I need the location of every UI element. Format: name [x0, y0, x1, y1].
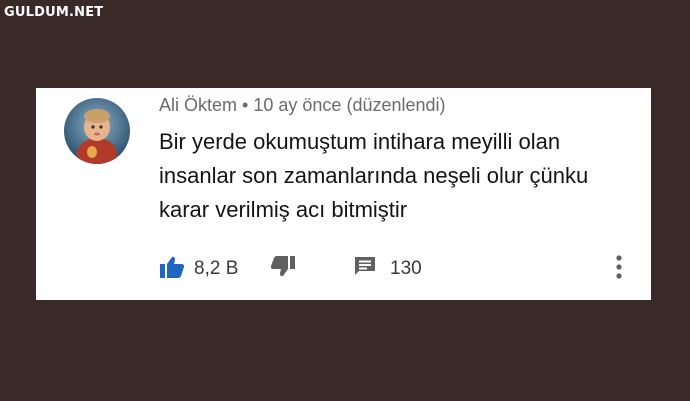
- comment-icon: [353, 255, 377, 284]
- reply-count: 130: [390, 258, 422, 279]
- comment-actions: 8,2 B 130: [36, 254, 651, 284]
- site-watermark: GULDUM.NET: [4, 5, 104, 20]
- more-vert-icon: [614, 254, 624, 285]
- more-options-button[interactable]: [614, 254, 624, 284]
- like-button[interactable]: 8,2 B: [159, 254, 238, 284]
- thumbs-down-icon: [270, 255, 296, 284]
- author-name[interactable]: Ali Öktem: [159, 95, 237, 115]
- comment-time: 10 ay önce: [253, 95, 342, 115]
- edited-label: (düzenlendi): [346, 95, 446, 115]
- comment-text: Bir yerde okumuştum intihara meyilli ola…: [159, 129, 589, 222]
- thumbs-up-icon: [159, 255, 185, 284]
- dislike-button[interactable]: [270, 254, 296, 284]
- comment-meta: Ali Öktem • 10 ay önce (düzenlendi): [159, 95, 446, 116]
- like-count: 8,2 B: [194, 258, 239, 279]
- comment-card: Ali Öktem • 10 ay önce (düzenlendi) Bir …: [36, 88, 651, 300]
- meta-separator: •: [242, 95, 249, 115]
- reply-button[interactable]: 130: [353, 254, 422, 284]
- avatar[interactable]: [64, 98, 130, 164]
